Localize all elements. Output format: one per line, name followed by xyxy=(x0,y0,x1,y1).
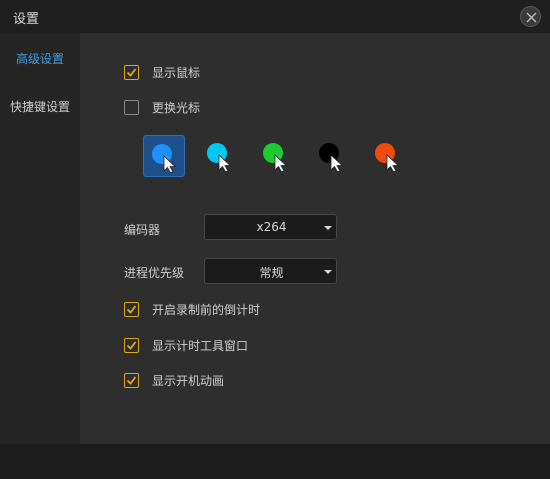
checkbox-box xyxy=(124,372,139,388)
footer-bar xyxy=(0,444,550,479)
change-cursor-checkbox[interactable]: 更换光标 xyxy=(124,98,200,116)
priority-label: 进程优先级 xyxy=(124,266,185,280)
check-icon xyxy=(126,340,137,350)
cursor-option-blue[interactable] xyxy=(143,135,185,177)
cursor-option-black[interactable] xyxy=(311,135,353,177)
chevron-down-icon xyxy=(324,270,332,274)
chevron-down-icon xyxy=(324,226,332,230)
priority-select[interactable]: 常规 xyxy=(204,258,337,284)
show-cursor-checkbox[interactable]: 显示鼠标 xyxy=(124,63,200,81)
cursor-icon-black xyxy=(319,143,343,173)
check-icon xyxy=(126,67,137,77)
cursor-option-green[interactable] xyxy=(255,135,297,177)
checkbox-box xyxy=(124,99,139,115)
close-icon xyxy=(526,12,537,23)
title-bar: 设置 xyxy=(0,0,550,33)
encoder-select[interactable]: x264 xyxy=(204,214,337,240)
sidebar-item-advanced[interactable]: 高级设置 xyxy=(0,47,80,71)
sidebar: 高级设置 快捷键设置 xyxy=(0,33,80,444)
close-button[interactable] xyxy=(520,6,541,27)
cursor-option-orange[interactable] xyxy=(367,135,409,177)
countdown-label: 开启录制前的倒计时 xyxy=(152,302,261,317)
priority-value: 常规 xyxy=(259,266,284,280)
window-title: 设置 xyxy=(13,12,40,27)
encoder-label: 编码器 xyxy=(124,223,161,237)
cursor-icon-blue xyxy=(152,144,176,174)
timer-toolbar-label: 显示计时工具窗口 xyxy=(152,338,249,353)
timer-toolbar-checkbox[interactable]: 显示计时工具窗口 xyxy=(124,336,248,354)
checkbox-box xyxy=(124,64,139,80)
startup-animation-label: 显示开机动画 xyxy=(152,373,225,388)
checkbox-box xyxy=(124,301,139,317)
cursor-icon-green xyxy=(263,143,287,173)
startup-animation-checkbox[interactable]: 显示开机动画 xyxy=(124,371,224,389)
cursor-icon-cyan xyxy=(207,143,231,173)
countdown-checkbox[interactable]: 开启录制前的倒计时 xyxy=(124,300,260,318)
check-icon xyxy=(126,375,137,385)
cursor-icon-orange xyxy=(375,143,399,173)
sidebar-item-shortcuts[interactable]: 快捷键设置 xyxy=(0,95,80,119)
show-cursor-label: 显示鼠标 xyxy=(152,65,201,80)
change-cursor-label: 更换光标 xyxy=(152,100,201,115)
checkbox-box xyxy=(124,337,139,353)
encoder-value: x264 xyxy=(256,220,287,234)
check-icon xyxy=(126,304,137,314)
sidebar-item-label: 快捷键设置 xyxy=(9,100,70,114)
sidebar-item-label: 高级设置 xyxy=(15,52,64,66)
cursor-option-cyan[interactable] xyxy=(199,135,241,177)
